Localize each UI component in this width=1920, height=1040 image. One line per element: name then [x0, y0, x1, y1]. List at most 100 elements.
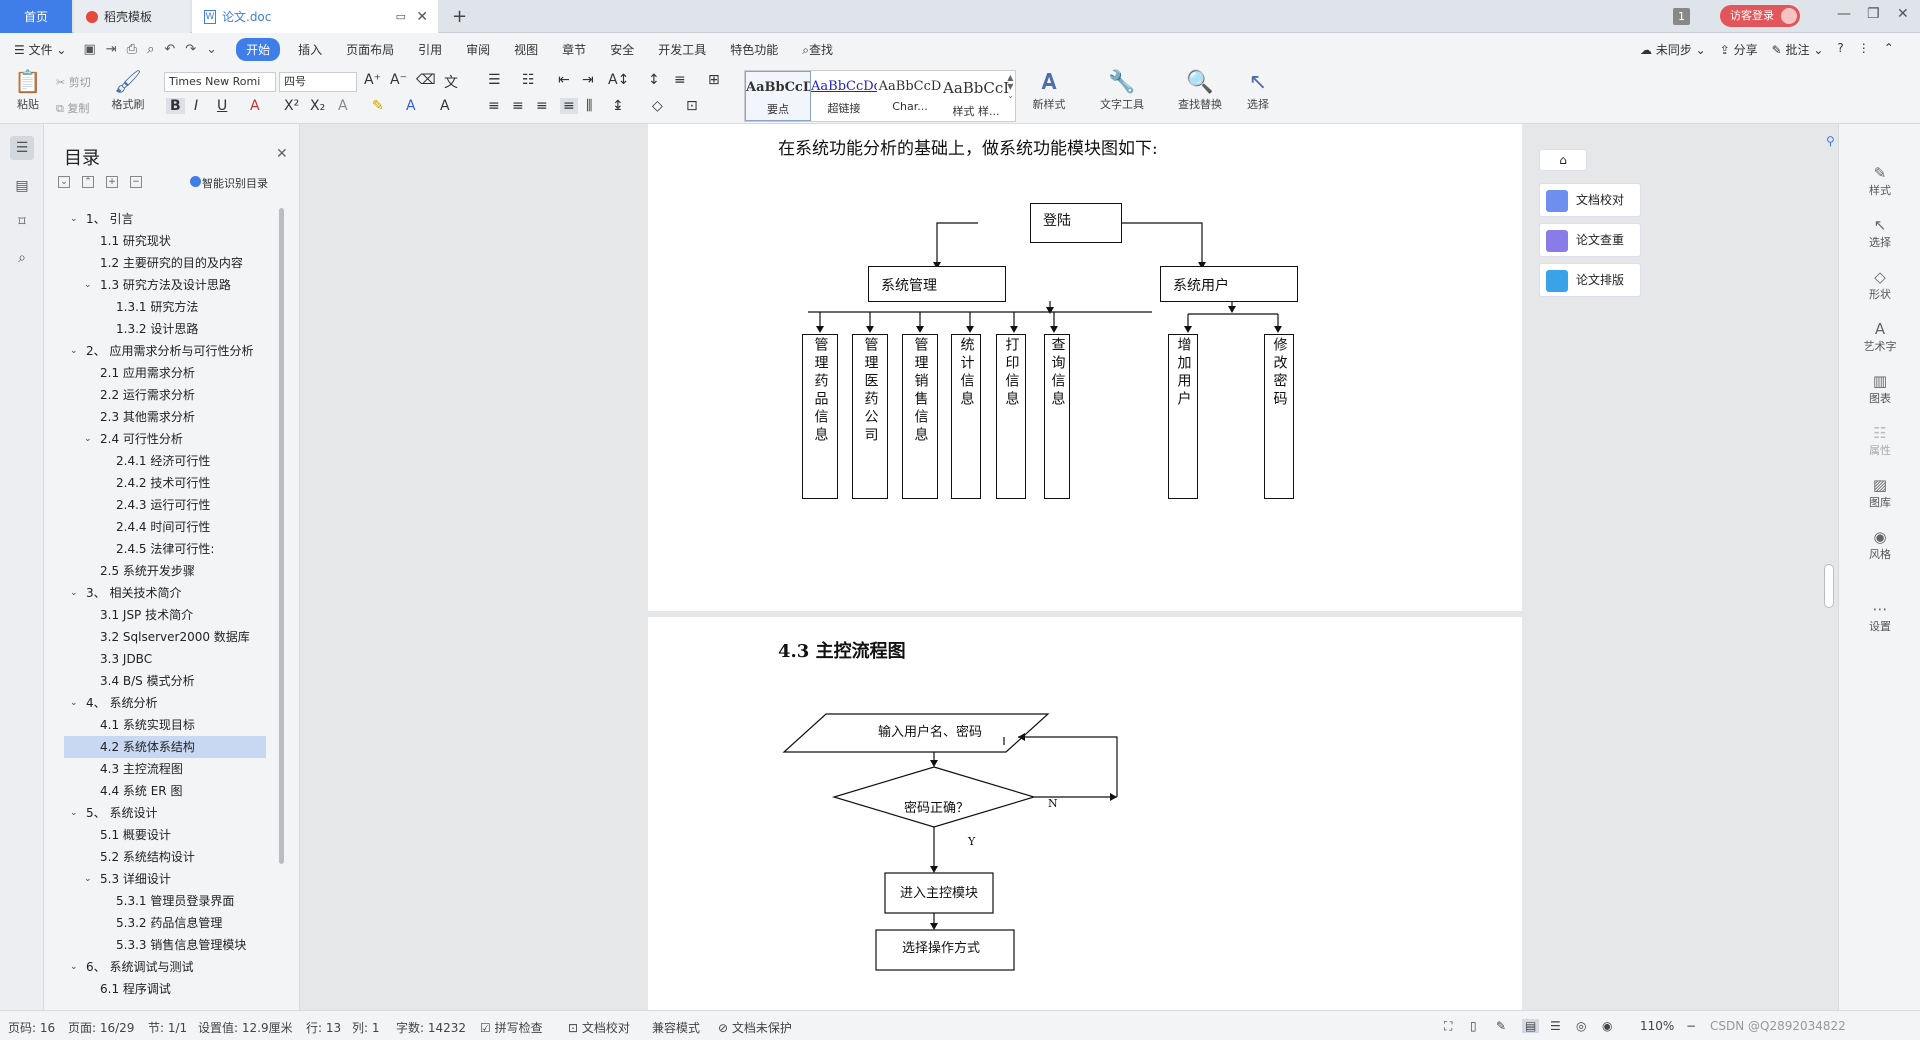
chevron-down-icon[interactable]: ⌄	[84, 428, 92, 450]
protect-button[interactable]: ⊘ 文档未保护	[718, 1019, 792, 1036]
italic-icon[interactable]: I	[194, 98, 198, 114]
status-page[interactable]: 页码: 16	[8, 1019, 55, 1036]
toc-item[interactable]: 3.4 B/S 模式分析	[64, 670, 266, 692]
customize-icon[interactable]: ⌄	[201, 42, 222, 57]
menu-view[interactable]: 视图	[502, 41, 550, 58]
status-words[interactable]: 字数: 14232	[396, 1019, 466, 1036]
toc-item[interactable]: 3.1 JSP 技术简介	[64, 604, 266, 626]
toc-item[interactable]: 2.1 应用需求分析	[64, 362, 266, 384]
paragraph-spacing-icon[interactable]: ↨	[612, 98, 624, 114]
collapse-all-icon[interactable]: ⌄	[58, 176, 70, 188]
style-scroll-icon[interactable]: ▲ ▼ ⌄	[1007, 73, 1014, 100]
status-col[interactable]: 列: 1	[352, 1019, 380, 1036]
location-pin-icon[interactable]: ⚲	[1826, 134, 1835, 148]
doc-scrollbar-thumb[interactable]	[1824, 564, 1834, 608]
toc-item[interactable]: 4.2 系统体系结构	[64, 736, 266, 758]
chevron-down-icon[interactable]: ⌄	[70, 582, 78, 604]
style-char[interactable]: AaBbCcD Char...	[877, 71, 943, 121]
search-menu[interactable]: ⌕查找	[790, 41, 845, 58]
indent-icon[interactable]: ⇥	[582, 72, 594, 88]
sync-button[interactable]: ☁ 未同步 ⌄	[1640, 41, 1706, 58]
toc-item[interactable]: 4.1 系统实现目标	[64, 714, 266, 736]
shape-tool[interactable]: ◇ 形状	[1839, 268, 1920, 302]
toc-item[interactable]: 1.3.2 设计思路	[64, 318, 266, 340]
text-tool-button[interactable]: 🔧 文字工具	[1092, 70, 1152, 112]
toc-item[interactable]: 2.3 其他需求分析	[64, 406, 266, 428]
chevron-down-icon[interactable]: ⌄	[70, 208, 78, 230]
eye-protect-icon[interactable]: ◉	[1602, 1019, 1612, 1033]
spell-check-button[interactable]: ☑ 拼写检查	[480, 1019, 543, 1036]
expand-up-icon[interactable]: ⌃	[82, 176, 94, 188]
menu-developer[interactable]: 开发工具	[646, 41, 718, 58]
toc-item[interactable]: ⌄ 2.4 可行性分析	[64, 428, 266, 450]
tab-home[interactable]: 首页	[0, 0, 72, 33]
toc-item[interactable]: 1.1 研究现状	[64, 230, 266, 252]
collapse-ribbon-icon[interactable]: ⌃	[1884, 41, 1894, 58]
chevron-down-icon[interactable]: ⌄	[84, 868, 92, 890]
remove-heading-icon[interactable]: −	[130, 176, 142, 188]
toc-item[interactable]: 5.3.3 销售信息管理模块	[64, 934, 266, 956]
new-tab-button[interactable]: +	[452, 6, 467, 27]
toc-item[interactable]: 2.4.2 技术可行性	[64, 472, 266, 494]
more-icon[interactable]: ⋮	[1858, 41, 1870, 58]
web-view-icon[interactable]: ◎	[1576, 1019, 1586, 1033]
toc-item[interactable]: 3.3 JDBC	[64, 648, 266, 670]
doc-proofread-button[interactable]: 文档校对	[1539, 183, 1641, 217]
wordart-tool[interactable]: A 艺术字	[1839, 320, 1920, 354]
font-color-icon[interactable]: A	[406, 98, 416, 114]
toc-item[interactable]: 4.4 系统 ER 图	[64, 780, 266, 802]
toc-item[interactable]: 3.2 Sqlserver2000 数据库	[64, 626, 266, 648]
restore-icon[interactable]: ❐	[1867, 6, 1880, 22]
collapse-float-icon[interactable]: ⌂	[1539, 149, 1587, 171]
toc-item[interactable]: 5.1 概要设计	[64, 824, 266, 846]
status-pages[interactable]: 页面: 16/29	[68, 1019, 134, 1036]
toc-scrollbar[interactable]	[279, 208, 284, 864]
menu-security[interactable]: 安全	[598, 41, 646, 58]
status-setting[interactable]: 设置值: 12.9厘米	[198, 1019, 293, 1036]
minimize-icon[interactable]: —	[1837, 6, 1851, 22]
smart-toc-button[interactable]: 智能识别目录	[202, 175, 268, 191]
chevron-down-icon[interactable]: ⌄	[70, 802, 78, 824]
window-count-badge[interactable]: 1	[1673, 8, 1690, 25]
select-tool[interactable]: ↖ 选择	[1839, 216, 1920, 250]
add-heading-icon[interactable]: +	[106, 176, 118, 188]
fullscreen-icon[interactable]: ⛶	[1444, 1019, 1452, 1034]
print-preview-icon[interactable]: ⌕	[142, 42, 159, 57]
toc-nav-icon[interactable]: ☰	[10, 136, 34, 160]
style-hyperlink[interactable]: AaBbCcDd 超链接	[811, 71, 877, 121]
outdent-icon[interactable]: ⇤	[558, 72, 570, 88]
bold-icon[interactable]: B	[166, 98, 185, 114]
select-button[interactable]: ↖ 选择	[1236, 70, 1280, 112]
close-tab-icon[interactable]: ✕	[416, 9, 428, 25]
menu-references[interactable]: 引用	[406, 41, 454, 58]
toc-item[interactable]: ⌄ 1、 引言	[64, 208, 266, 230]
paper-layout-button[interactable]: 论文排版	[1539, 263, 1641, 297]
chevron-down-icon[interactable]: ⌄	[70, 956, 78, 978]
chevron-down-icon[interactable]: ⌄	[84, 274, 92, 296]
find-nav-icon[interactable]: ⌕	[10, 246, 34, 270]
toc-item[interactable]: ⌄ 6、 系统调试与测试	[64, 956, 266, 978]
toc-item[interactable]: 5.2 系统结构设计	[64, 846, 266, 868]
highlight-icon[interactable]: ✎	[372, 98, 384, 114]
toc-item[interactable]: 5.3.2 药品信息管理	[64, 912, 266, 934]
toc-item[interactable]: ⌄ 4、 系统分析	[64, 692, 266, 714]
toc-item[interactable]: 2.4.3 运行可行性	[64, 494, 266, 516]
shrink-font-icon[interactable]: A⁻	[390, 72, 407, 88]
zoom-out-icon[interactable]: −	[1686, 1019, 1696, 1033]
style-custom[interactable]: AaBbCcI 样式 样...	[943, 71, 1009, 121]
align-left-icon[interactable]: ≡	[488, 98, 500, 114]
toc-item[interactable]: ⌄ 3、 相关技术简介	[64, 582, 266, 604]
edit-mode-icon[interactable]: ✎	[1496, 1019, 1506, 1033]
text-direction-icon[interactable]: A↕	[608, 72, 629, 88]
toc-item[interactable]: ⌄ 1.3 研究方法及设计思路	[64, 274, 266, 296]
border-icon[interactable]: ⊡	[686, 98, 698, 114]
zoom-level[interactable]: 110%	[1640, 1019, 1674, 1033]
undo-icon[interactable]: ↶	[159, 42, 180, 57]
menu-features[interactable]: 特色功能	[718, 41, 790, 58]
share-button[interactable]: ⇪ 分享	[1720, 41, 1758, 58]
toc-item[interactable]: 2.5 系统开发步骤	[64, 560, 266, 582]
subscript-icon[interactable]: X₂	[310, 98, 325, 114]
plagiarism-check-button[interactable]: 论文查重	[1539, 223, 1641, 257]
strikethrough-icon[interactable]: A	[250, 98, 260, 114]
paste-button[interactable]: 📋 粘贴	[10, 70, 46, 112]
